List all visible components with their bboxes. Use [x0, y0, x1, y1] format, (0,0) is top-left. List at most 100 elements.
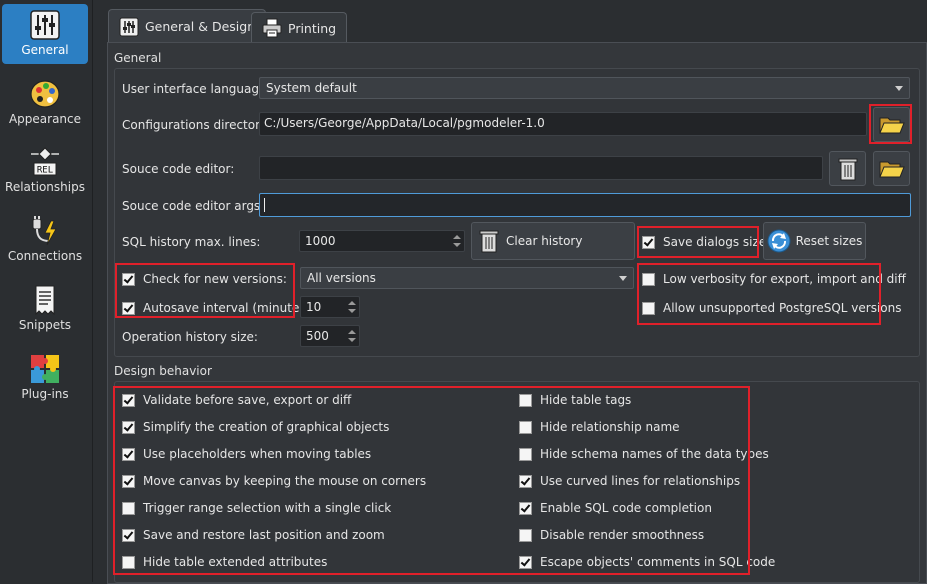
design-option-label: Simplify the creation of graphical objec… — [143, 420, 390, 434]
sidebar-item-label: General — [21, 43, 69, 57]
versions-select[interactable]: All versions — [300, 267, 634, 289]
op-history-spinbox[interactable]: 500 — [300, 325, 360, 347]
checkbox-box[interactable] — [519, 420, 532, 434]
spin-down-icon[interactable] — [348, 338, 356, 342]
sidebar-item-relationships[interactable]: REL Relationships — [2, 146, 88, 198]
save-dialogs-checkbox[interactable]: Save dialogs sizes — [642, 235, 772, 249]
design-option-label: Hide schema names of the data types — [540, 447, 769, 461]
checkbox-box[interactable] — [122, 420, 135, 434]
design-option-checkbox[interactable]: Escape objects' comments in SQL code — [519, 555, 775, 569]
checkbox-box[interactable] — [122, 447, 135, 461]
sidebar-item-label: Relationships — [5, 180, 85, 194]
design-option-checkbox[interactable]: Move canvas by keeping the mouse on corn… — [122, 474, 426, 488]
design-option-checkbox[interactable]: Hide schema names of the data types — [519, 447, 769, 461]
checkbox-box[interactable] — [122, 393, 135, 407]
trash-icon — [838, 158, 857, 180]
low-verbosity-label: Low verbosity for export, import and dif… — [663, 272, 906, 286]
checkbox-box[interactable] — [642, 301, 655, 315]
checkbox-box[interactable] — [122, 272, 135, 286]
low-verbosity-checkbox[interactable]: Low verbosity for export, import and dif… — [642, 272, 906, 286]
sql-history-label: SQL history max. lines: — [122, 235, 261, 249]
spin-up-icon[interactable] — [348, 330, 356, 334]
checkbox-box[interactable] — [519, 474, 532, 488]
reset-sizes-button[interactable]: Reset sizes — [763, 222, 866, 260]
design-option-label: Save and restore last position and zoom — [143, 528, 385, 542]
sidebar: General Appearance REL Relationships Con… — [0, 0, 93, 582]
snippet-icon — [35, 285, 55, 316]
sidebar-item-appearance[interactable]: Appearance — [2, 78, 88, 130]
design-option-label: Use placeholders when moving tables — [143, 447, 372, 461]
design-option-checkbox[interactable]: Simplify the creation of graphical objec… — [122, 420, 389, 434]
source-editor-field[interactable] — [259, 156, 823, 180]
design-option-label: Hide relationship name — [540, 420, 680, 434]
spin-up-icon[interactable] — [348, 301, 356, 305]
checkbox-box[interactable] — [122, 501, 135, 515]
spin-down-icon[interactable] — [348, 309, 356, 313]
design-option-checkbox[interactable]: Trigger range selection with a single cl… — [122, 501, 391, 515]
design-option-checkbox[interactable]: Enable SQL code completion — [519, 501, 712, 515]
checkbox-box[interactable] — [519, 501, 532, 515]
checkbox-box[interactable] — [642, 272, 655, 286]
printer-icon — [262, 18, 282, 38]
design-option-label: Escape objects' comments in SQL code — [540, 555, 776, 569]
tab-label: Printing — [288, 20, 337, 36]
refresh-icon — [767, 229, 791, 253]
reset-sizes-label: Reset sizes — [795, 234, 863, 248]
source-editor-browse-button[interactable] — [873, 151, 910, 186]
autosave-checkbox[interactable]: Autosave interval (minutes): — [122, 301, 314, 315]
design-option-checkbox[interactable]: Hide relationship name — [519, 420, 680, 434]
clear-history-button[interactable]: Clear history — [471, 222, 635, 260]
checkbox-box[interactable] — [122, 474, 135, 488]
checkbox-box[interactable] — [122, 301, 135, 315]
checkbox-box[interactable] — [519, 528, 532, 542]
source-editor-clear-button[interactable] — [829, 151, 866, 186]
design-option-checkbox[interactable]: Use placeholders when moving tables — [122, 447, 371, 461]
design-option-checkbox[interactable]: Hide table extended attributes — [122, 555, 327, 569]
allow-unsupported-checkbox[interactable]: Allow unsupported PostgreSQL versions — [642, 301, 902, 315]
design-option-checkbox[interactable]: Disable render smoothness — [519, 528, 704, 542]
ui-language-select[interactable]: System default — [259, 77, 910, 99]
source-editor-label: Souce code editor: — [122, 162, 235, 176]
checkbox-box[interactable] — [519, 393, 532, 407]
allow-unsupported-label: Allow unsupported PostgreSQL versions — [663, 301, 902, 315]
config-dir-field[interactable]: C:/Users/George/AppData/Local/pgmodeler-… — [259, 112, 867, 136]
chevron-down-icon — [895, 86, 903, 91]
design-option-checkbox[interactable]: Save and restore last position and zoom — [122, 528, 385, 542]
autosave-spinbox[interactable]: 10 — [300, 296, 360, 318]
op-history-value: 500 — [306, 329, 329, 343]
check-versions-label: Check for new versions: — [143, 272, 287, 286]
trash-icon — [479, 230, 499, 253]
versions-value: All versions — [307, 271, 376, 285]
sidebar-item-connections[interactable]: Connections — [2, 215, 88, 267]
op-history-label: Operation history size: — [122, 330, 258, 344]
relationship-icon: REL — [31, 147, 59, 176]
spin-up-icon[interactable] — [453, 235, 461, 239]
checkbox-box[interactable] — [519, 447, 532, 461]
design-option-checkbox[interactable]: Use curved lines for relationships — [519, 474, 740, 488]
sidebar-item-label: Plug-ins — [21, 387, 69, 401]
save-dialogs-label: Save dialogs sizes — [663, 235, 773, 249]
tab-label: General & Design — [145, 19, 256, 34]
puzzle-icon — [31, 355, 59, 383]
svg-text:REL: REL — [37, 166, 53, 176]
autosave-value: 10 — [306, 300, 322, 314]
checkbox-box[interactable] — [122, 528, 135, 542]
ui-language-value: System default — [266, 81, 357, 95]
checkbox-box[interactable] — [519, 555, 532, 569]
design-option-checkbox[interactable]: Hide table tags — [519, 393, 631, 407]
sidebar-item-plugins[interactable]: Plug-ins — [2, 353, 88, 405]
design-option-checkbox[interactable]: Validate before save, export or diff — [122, 393, 351, 407]
checkbox-box[interactable] — [122, 555, 135, 569]
sidebar-item-general[interactable]: General — [2, 4, 88, 64]
checkbox-box[interactable] — [642, 235, 655, 249]
check-versions-checkbox[interactable]: Check for new versions: — [122, 272, 287, 286]
design-option-label: Hide table tags — [540, 393, 632, 407]
config-dir-browse-button[interactable] — [873, 107, 910, 142]
tab-general-design[interactable]: General & Design — [108, 9, 267, 43]
source-editor-args-field[interactable] — [259, 193, 911, 217]
tab-printing[interactable]: Printing — [251, 12, 348, 43]
sql-history-spinbox[interactable]: 1000 — [299, 230, 465, 252]
sidebar-item-snippets[interactable]: Snippets — [2, 284, 88, 336]
sidebar-item-label: Snippets — [18, 318, 72, 332]
spin-down-icon[interactable] — [453, 243, 461, 247]
